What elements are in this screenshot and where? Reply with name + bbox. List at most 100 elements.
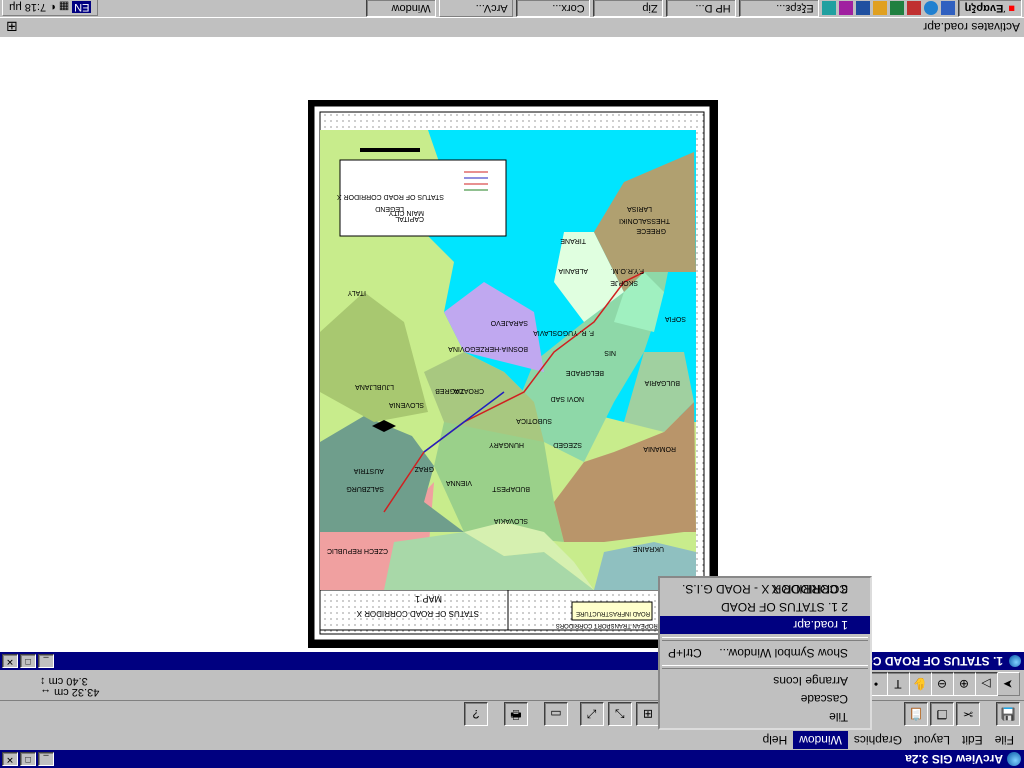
paste-icon: 📋 (908, 707, 924, 721)
layout-minimize-button[interactable]: _ (38, 654, 54, 668)
taskbar: ■ Έναρξη Εξερε... HP D... Zip Corx... Ar… (0, 0, 1024, 18)
tray-icon[interactable]: ▦ (59, 1, 69, 14)
group-button[interactable]: ⊞ (636, 702, 660, 726)
label-fyrom: F.Y.R.O.M. (610, 267, 644, 274)
language-indicator[interactable]: EN (72, 1, 92, 13)
menu-layout[interactable]: Layout (908, 731, 956, 749)
layout-icon (1009, 655, 1021, 667)
menu-window[interactable]: Window (793, 731, 848, 749)
status-bar: Activates road.apr ⊞ (0, 18, 1024, 38)
task-corx[interactable]: Corx... (515, 0, 590, 18)
copy-button[interactable]: ❐ (930, 702, 954, 726)
quicklaunch-app-icon[interactable] (821, 1, 836, 16)
printer-icon: 🖶 (510, 708, 522, 723)
layout-maximize-button[interactable]: □ (20, 654, 36, 668)
menu-edit[interactable]: Edit (956, 731, 989, 749)
task-zip[interactable]: Zip (592, 0, 663, 18)
start-button[interactable]: ■ Έναρξη (957, 0, 1022, 18)
maximize-button[interactable]: □ (20, 752, 36, 766)
city-sarajevo: SARAJEVO (490, 319, 528, 326)
city-salzburg: SALZBURG (346, 485, 384, 492)
label-hungary: HUNGARY (489, 441, 524, 448)
zoom-out-page-button[interactable]: ⤢ (580, 702, 604, 726)
zoom-to-page-button[interactable]: ⤡ (608, 702, 632, 726)
menu-item-status-corridor[interactable]: 2 1. STATUS OF ROAD CORRIDOR X (660, 582, 870, 616)
quicklaunch-app-icon[interactable] (872, 1, 887, 16)
menu-item-tile[interactable]: Tile (660, 708, 870, 726)
legend-capital: CAPITAL (395, 215, 424, 222)
start-label: Έναρξη (964, 2, 1006, 15)
menu-item-road-apr[interactable]: 1 road.apr (660, 616, 870, 634)
menu-graphics[interactable]: Graphics (848, 731, 908, 749)
map-title: MAP 1 (415, 594, 442, 604)
minimize-button[interactable]: _ (38, 752, 54, 766)
city-budapest: BUDAPEST (492, 485, 530, 492)
text-tool[interactable]: T (886, 672, 910, 696)
task-window[interactable]: Window (365, 0, 436, 18)
menu-file[interactable]: File (989, 731, 1020, 749)
zoom-out-tool[interactable]: ⊖ (930, 672, 954, 696)
quicklaunch-app-icon[interactable] (906, 1, 921, 16)
label-bih: BOSNIA-HERZEGOVINA (448, 345, 528, 352)
arrow-icon: ➤ (1002, 677, 1014, 691)
quicklaunch-ie-icon[interactable] (923, 1, 938, 16)
label-ukraine: UKRAINE (632, 545, 664, 552)
zoom-out-icon: ⊖ (936, 677, 948, 691)
city-novisad: NOVI SAD (550, 395, 584, 402)
layout-close-button[interactable]: ✕ (2, 654, 18, 668)
label-albania: ALBANIA (558, 267, 588, 274)
task-hp[interactable]: HP D... (665, 0, 736, 18)
label-slovakia: SLOVAKIA (493, 517, 528, 524)
quicklaunch-app-icon[interactable] (838, 1, 853, 16)
app-title-bar: ArcView GIS 3.2a _ □ ✕ (0, 750, 1024, 768)
zoom-in-tool[interactable]: ⊕ (952, 672, 976, 696)
cut-button[interactable]: ✂ (956, 702, 980, 726)
quicklaunch-explorer-icon[interactable] (940, 1, 955, 16)
help-cursor-icon: ? (472, 707, 480, 721)
road-infrastructure-label: ROAD INFRASTRUCTURE (575, 610, 650, 616)
arcview-globe-icon (1007, 752, 1021, 766)
menu-bar: File Edit Layout Graphics Window Help (0, 730, 1024, 750)
layout-canvas[interactable]: LEGEND CAPITAL MAIN CITY STATUS OF ROAD … (0, 38, 1024, 652)
menu-item-show-symbol-window[interactable]: Show Symbol Window... Ctrl+P (660, 644, 870, 662)
text-icon: T (894, 677, 902, 691)
task-arcview[interactable]: ArcV... (438, 0, 513, 18)
save-button[interactable]: 💾 (996, 702, 1020, 726)
task-explorer[interactable]: Εξερε... (738, 0, 819, 18)
vertex-edit-tool[interactable]: ▷ (974, 672, 998, 696)
pan-tool[interactable]: ✋ (908, 672, 932, 696)
label-italy: ITALY (347, 289, 366, 296)
label-czech: CZECH REPUBLIC (326, 547, 388, 554)
city-tirana: TIRANE (560, 237, 586, 244)
app-window-controls: _ □ ✕ (2, 752, 54, 766)
window-menu-dropdown: Tile Cascade Arrange Icons Show Symbol W… (658, 576, 872, 730)
clock: 7:18 μμ (9, 1, 47, 13)
paste-button[interactable]: 📋 (904, 702, 928, 726)
help-button[interactable]: ? (464, 702, 488, 726)
tray-icon[interactable]: ◐ (49, 1, 56, 13)
label-greece: GREECE (636, 227, 666, 234)
legend-main-city: MAIN CITY (388, 209, 424, 216)
menu-item-corridor-gis[interactable]: 3 CORRIDOR X - ROAD G.I.S. (660, 580, 870, 598)
city-nis: NIS (604, 349, 616, 356)
vertex-arrow-icon: ▷ (981, 677, 991, 691)
grid-icon: ⊞ (6, 19, 18, 35)
pointer-tool[interactable]: ➤ (996, 672, 1020, 696)
group-icon: ⊞ (642, 707, 654, 721)
quicklaunch-app-icon[interactable] (889, 1, 904, 16)
point-icon: • (873, 677, 879, 691)
quicklaunch-word-icon[interactable] (855, 1, 870, 16)
print-button[interactable]: 🖶 (504, 702, 528, 726)
label-austria: AUSTRIA (353, 467, 384, 474)
status-text: Activates road.apr (923, 20, 1020, 35)
menu-item-cascade[interactable]: Cascade (660, 690, 870, 708)
frame-button[interactable]: ▭ (544, 702, 568, 726)
menu-item-arrange-icons[interactable]: Arrange Icons (660, 672, 870, 690)
menu-help[interactable]: Help (757, 731, 794, 749)
system-tray: EN ▦ ◐ 7:18 μμ (2, 0, 99, 16)
scissors-icon: ✂ (962, 707, 974, 721)
close-button[interactable]: ✕ (2, 752, 18, 766)
app-title: ArcView GIS 3.2a (905, 752, 1003, 766)
map-labels: LEGEND CAPITAL MAIN CITY STATUS OF ROAD … (0, 38, 1024, 652)
cursor-coordinates: 43.32 cm ↔ 3.40 cm ↕ (40, 675, 100, 698)
